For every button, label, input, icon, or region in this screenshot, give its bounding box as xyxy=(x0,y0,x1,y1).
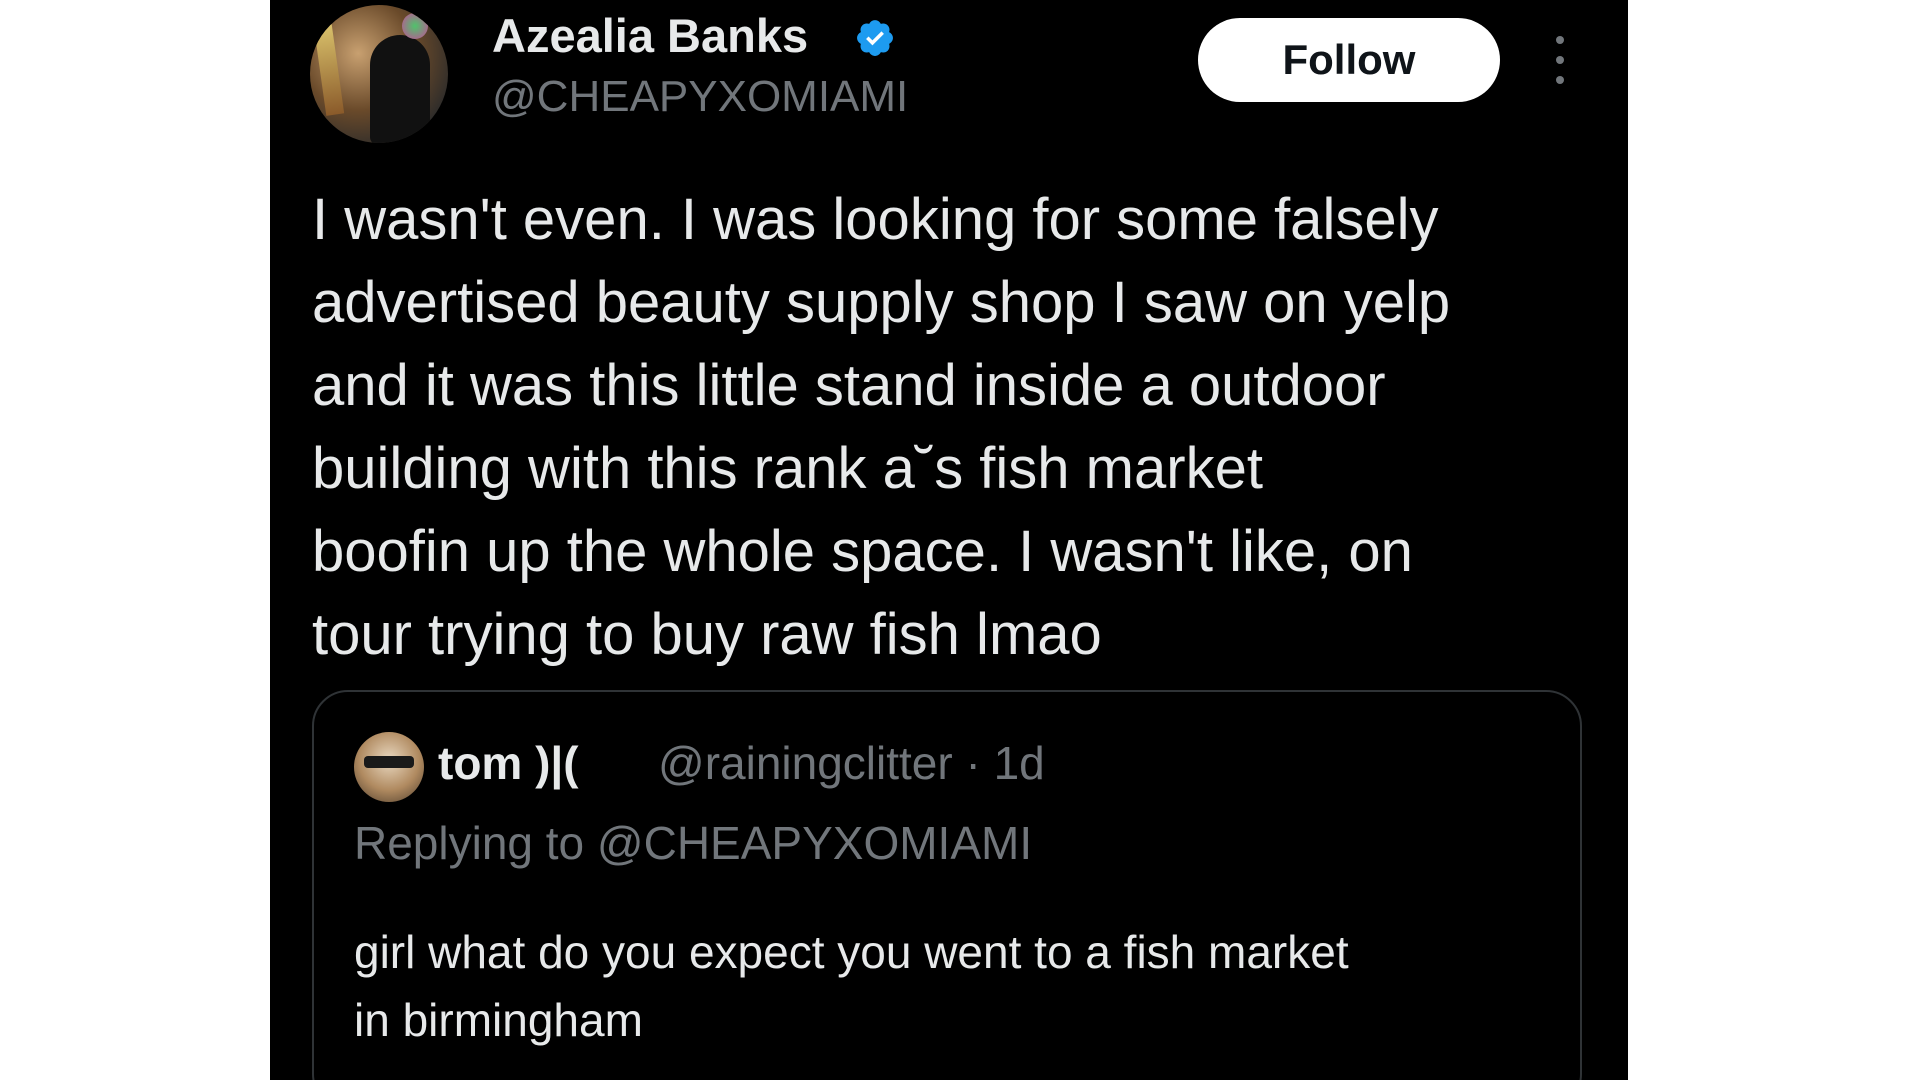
tweet-text: I wasn't even. I was looking for some fa… xyxy=(312,178,1602,676)
tweet-text-line: boofin up the whole space. I wasn't like… xyxy=(312,519,1413,584)
verified-badge-icon xyxy=(857,20,893,56)
quoted-author-name[interactable]: tom )|( xyxy=(438,736,579,790)
quoted-tweet-text: girl what do you expect you went to a fi… xyxy=(354,918,1534,1054)
quoted-author-handle-time[interactable]: @rainingclitter · 1d xyxy=(658,736,1045,790)
author-avatar[interactable] xyxy=(310,5,448,143)
more-dot xyxy=(1556,36,1564,44)
tweet-text-line: and it was this little stand inside a ou… xyxy=(312,353,1386,418)
avatar-detail xyxy=(402,13,428,39)
tweet-text-line: advertised beauty supply shop I saw on y… xyxy=(312,270,1451,335)
avatar-figure xyxy=(370,35,430,143)
avatar-detail xyxy=(364,756,414,768)
replying-to[interactable]: Replying to @CHEAPYXOMIAMI xyxy=(354,816,1032,870)
avatar-detail xyxy=(313,24,345,116)
more-dot xyxy=(1556,56,1564,64)
tweet-text-line: building with this rank a˘s fish market xyxy=(312,436,1263,501)
tweet-panel: Azealia Banks @CHEAPYXOMIAMI Follow I wa… xyxy=(270,0,1628,1080)
follow-button[interactable]: Follow xyxy=(1198,18,1500,102)
more-dot xyxy=(1556,76,1564,84)
quoted-text-line: girl what do you expect you went to a fi… xyxy=(354,926,1349,978)
more-vertical-icon[interactable] xyxy=(1552,36,1568,84)
quoted-text-line: in birmingham xyxy=(354,994,643,1046)
tweet-text-line: I wasn't even. I was looking for some fa… xyxy=(312,187,1439,252)
quoted-tweet-card[interactable]: tom )|( @rainingclitter · 1d Replying to… xyxy=(312,690,1582,1080)
author-display-name[interactable]: Azealia Banks xyxy=(492,8,808,63)
author-handle[interactable]: @CHEAPYXOMIAMI xyxy=(492,72,908,122)
tweet-text-line: tour trying to buy raw fish lmao xyxy=(312,602,1102,667)
quoted-author-avatar[interactable] xyxy=(354,732,424,802)
